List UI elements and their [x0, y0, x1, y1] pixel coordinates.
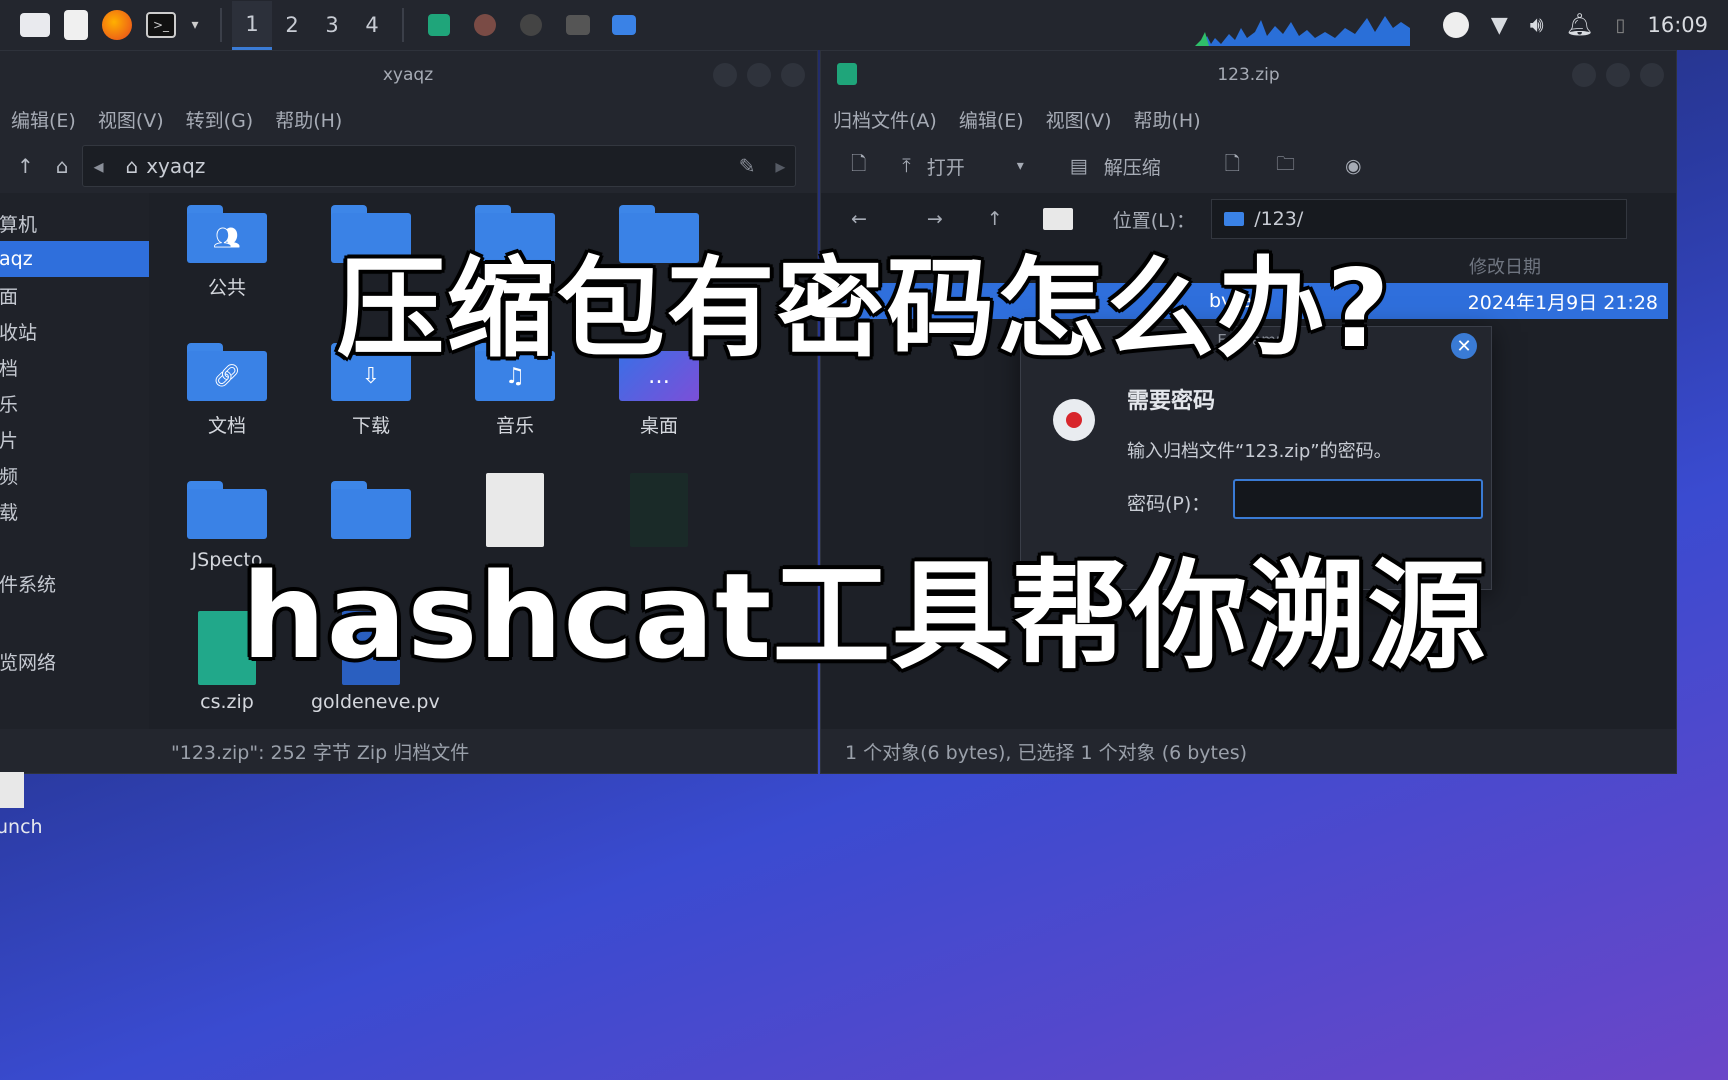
- menubar: 编辑(E) 视图(V) 转到(G) 帮助(H): [0, 99, 817, 139]
- notification-bell-icon[interactable]: 🔔︎: [1566, 13, 1594, 38]
- overlay-caption-line1: 压缩包有密码怎么办?: [336, 247, 1392, 372]
- dialog-message: 输入归档文件“123.zip”的密码。: [1127, 441, 1392, 462]
- breadcrumb-current[interactable]: xyaqz: [146, 154, 205, 178]
- overlay-caption-line2: hashcat工具帮你溯源: [241, 547, 1487, 685]
- path-bar: ↑ ⌂ ◂ ⌂ xyaqz ✎ ▸: [0, 139, 817, 193]
- archive-task-icon[interactable]: [428, 14, 450, 36]
- taskbar-separator: [220, 8, 222, 42]
- taskbar: >_ ▾ 1 2 3 4 ▼ 🔊︎ 🔔︎ ▯ 16:09: [0, 0, 1728, 50]
- file-label: 桌面: [639, 415, 678, 437]
- file-label: 下载: [351, 415, 390, 437]
- taskbar-separator: [402, 8, 404, 42]
- chevron-down-icon[interactable]: ▾: [1017, 158, 1024, 174]
- stop-icon[interactable]: ◉: [1345, 155, 1362, 177]
- file-label: 文档: [207, 415, 246, 437]
- menu-edit[interactable]: 编辑(E): [11, 106, 76, 133]
- terminal-launcher-icon[interactable]: >_: [146, 12, 176, 38]
- maximize-button[interactable]: [1606, 63, 1630, 87]
- menu-view[interactable]: 视图(V): [98, 106, 164, 133]
- edit-path-icon[interactable]: ✎: [739, 154, 756, 178]
- wifi-icon[interactable]: ▼: [1491, 13, 1508, 38]
- toolbar: 🗋︎ ⤒ 打开 ▾ ▤ 解压缩 🗋︎ 🗀︎ ◉: [821, 139, 1676, 193]
- workspace-2[interactable]: 2: [272, 2, 312, 48]
- password-input[interactable]: [1233, 479, 1483, 519]
- document-icon: [0, 772, 24, 808]
- menubar: 归档文件(A) 编辑(E) 视图(V) 帮助(H): [821, 99, 1676, 139]
- workspace-1[interactable]: 1: [232, 0, 272, 50]
- clock[interactable]: 16:09: [1647, 13, 1708, 37]
- network-activity-graph: [1195, 16, 1410, 46]
- status-text: "123.zip": 252 字节 Zip 归档文件: [171, 741, 470, 764]
- breadcrumb: ◂ ⌂ xyaqz ✎ ▸: [82, 145, 797, 187]
- status-bar: "123.zip": 252 字节 Zip 归档文件: [0, 729, 817, 773]
- window-title: 123.zip: [1217, 65, 1280, 85]
- add-folder-icon[interactable]: 🗀︎: [1276, 150, 1295, 182]
- up-arrow-icon[interactable]: ↑: [17, 154, 34, 178]
- close-button[interactable]: [781, 63, 805, 87]
- desktop-icon-label: unch: [0, 816, 43, 838]
- upload-icon[interactable]: ⤒: [902, 155, 910, 177]
- file-label: cs.zip: [200, 691, 254, 713]
- obs-tray-icon[interactable]: [1442, 12, 1469, 38]
- desktop-icon[interactable]: unch: [0, 772, 43, 838]
- menu-help[interactable]: 帮助(H): [275, 106, 342, 133]
- menu-view[interactable]: 视图(V): [1046, 106, 1112, 133]
- text-editor-launcher-icon[interactable]: [64, 10, 88, 40]
- sidebar-item-pictures[interactable]: 片: [0, 421, 149, 457]
- app-icon: [837, 63, 857, 85]
- sidebar-item-music[interactable]: 乐: [0, 385, 149, 421]
- status-text: 1 个对象(6 bytes), 已选择 1 个对象 (6 bytes): [845, 741, 1248, 764]
- minimize-button[interactable]: [1572, 63, 1596, 87]
- terminal-task-icon[interactable]: [566, 15, 590, 35]
- open-button[interactable]: 打开: [927, 153, 965, 180]
- workspace-3[interactable]: 3: [312, 2, 352, 48]
- new-archive-icon[interactable]: 🗋︎: [851, 150, 866, 182]
- volume-icon[interactable]: 🔊︎: [1530, 13, 1544, 38]
- menu-help[interactable]: 帮助(H): [1134, 106, 1201, 133]
- chevron-down-icon[interactable]: ▾: [180, 10, 210, 40]
- files-task-icon[interactable]: [612, 15, 636, 35]
- workspace-4[interactable]: 4: [352, 2, 392, 48]
- window-title: xyaqz: [382, 65, 434, 85]
- status-bar: 1 个对象(6 bytes), 已选择 1 个对象 (6 bytes): [821, 729, 1676, 773]
- battery-icon[interactable]: ▯: [1616, 15, 1626, 36]
- lock-warning-icon: [1053, 399, 1095, 441]
- close-button[interactable]: [1640, 63, 1664, 87]
- system-tray: ▼ 🔊︎ 🔔︎ ▯ 16:09: [1442, 0, 1728, 50]
- extract-button[interactable]: 解压缩: [1104, 153, 1161, 180]
- firefox-task-icon[interactable]: [474, 14, 496, 36]
- file-manager-launcher-icon[interactable]: [20, 13, 50, 37]
- minimize-button[interactable]: [713, 63, 737, 87]
- home-icon[interactable]: ⌂: [56, 154, 69, 178]
- archive-titlebar[interactable]: 123.zip: [821, 51, 1676, 99]
- file-manager-titlebar[interactable]: xyaqz: [0, 51, 817, 99]
- extract-icon[interactable]: ▤: [1070, 155, 1088, 177]
- obs-task-icon[interactable]: [520, 14, 542, 36]
- file-label: goldeneve.pv: [311, 691, 440, 713]
- password-label: 密码(P)：: [1127, 493, 1211, 515]
- firefox-launcher-icon[interactable]: [102, 10, 132, 40]
- maximize-button[interactable]: [747, 63, 771, 87]
- dialog-heading: 需要密码: [1127, 389, 1216, 414]
- file-label: 音乐: [495, 415, 534, 437]
- menu-go[interactable]: 转到(G): [186, 106, 254, 133]
- add-file-icon[interactable]: 🗋︎: [1225, 150, 1240, 182]
- chevron-left-icon[interactable]: ◂: [93, 154, 103, 178]
- menu-archive[interactable]: 归档文件(A): [833, 106, 937, 133]
- home-icon: ⌂: [125, 154, 139, 178]
- chevron-right-icon[interactable]: ▸: [775, 154, 785, 178]
- sidebar-item-videos[interactable]: 频: [0, 457, 149, 493]
- menu-edit[interactable]: 编辑(E): [959, 106, 1024, 133]
